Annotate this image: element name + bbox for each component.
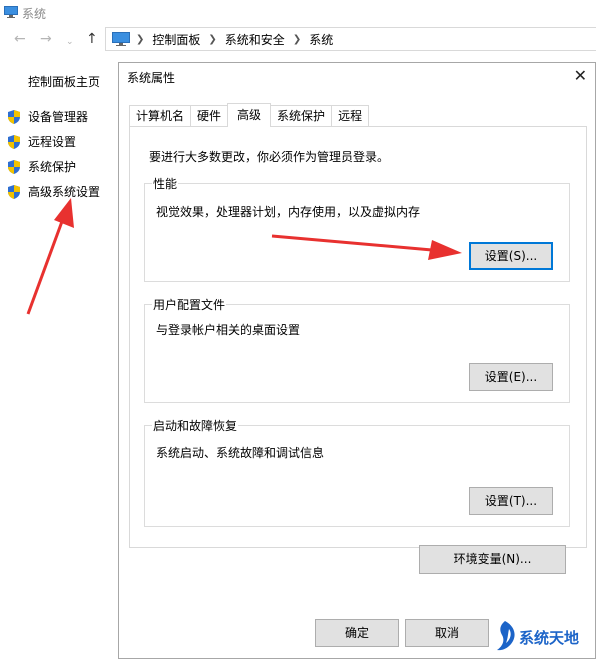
shield-icon [8,159,20,174]
shield-icon [8,184,20,199]
tab-strip: 计算机名 硬件 高级 系统保护 远程 [129,103,370,127]
sidebar-item-device-manager[interactable]: 设备管理器 [6,108,88,125]
watermark: 系统天地 [489,615,596,659]
startup-recovery-label: 启动和故障恢复 [152,417,239,434]
left-pane: 控制面板主页 设备管理器 远程设置 系统保护 高级系统设置 [0,54,118,659]
sidebar-item-label: 高级系统设置 [28,185,101,199]
tab-system-protection[interactable]: 系统保护 [270,105,333,127]
chevron-down-icon[interactable]: ⌄ [66,35,74,49]
sidebar-item-system-protection[interactable]: 系统保护 [6,158,76,175]
sidebar-item-label: 系统保护 [28,160,77,174]
sidebar-item-remote-settings[interactable]: 远程设置 [6,133,76,150]
address-bar[interactable]: ❯ 控制面板 ❯ 系统和安全 ❯ 系统 [105,27,596,51]
monitor-icon [4,6,18,18]
system-properties-dialog: 系统属性 ✕ 计算机名 硬件 高级 系统保护 远程 要进行大多数更改，你必须作为… [118,62,596,659]
user-profiles-group: 用户配置文件 与登录帐户相关的桌面设置 设置(E)... [144,296,570,403]
chevron-right-icon: ❯ [136,34,145,45]
performance-description: 视觉效果，处理器计划，内存使用，以及虚拟内存 [156,205,421,219]
advanced-tab-panel: 要进行大多数更改，你必须作为管理员登录。 性能 视觉效果，处理器计划，内存使用，… [129,126,587,548]
tab-hardware[interactable]: 硬件 [190,105,229,127]
tab-computer-name[interactable]: 计算机名 [129,105,192,127]
monitor-icon [112,32,130,46]
close-icon[interactable]: ✕ [574,66,587,85]
tab-remote[interactable]: 远程 [331,105,370,127]
user-profiles-settings-button[interactable]: 设置(E)... [469,363,553,391]
performance-group: 性能 视觉效果，处理器计划，内存使用，以及虚拟内存 设置(S)... [144,175,570,282]
ok-button[interactable]: 确定 [315,619,399,647]
breadcrumb-control-panel[interactable]: 控制面板 [152,31,200,48]
window-title: 系统 [22,7,47,21]
shield-icon [8,134,20,149]
arrow-left-icon[interactable]: ← [14,32,26,46]
arrow-right-icon[interactable]: → [40,32,52,46]
user-profiles-description: 与登录帐户相关的桌面设置 [156,323,301,337]
chevron-right-icon[interactable]: ❯ [293,34,301,45]
performance-label: 性能 [152,175,179,192]
startup-recovery-group: 启动和故障恢复 系统启动、系统故障和调试信息 设置(T)... [144,417,570,527]
admin-note: 要进行大多数更改，你必须作为管理员登录。 [149,150,390,164]
tab-advanced[interactable]: 高级 [227,103,272,127]
environment-variables-button[interactable]: 环境变量(N)... [419,545,566,574]
chevron-right-icon[interactable]: ❯ [208,34,216,45]
breadcrumb: ❯ 控制面板 ❯ 系统和安全 ❯ 系统 [136,31,333,48]
sidebar-item-label: 设备管理器 [28,110,89,124]
window-title-bar: 系统 [0,0,596,26]
control-panel-home-link[interactable]: 控制面板主页 [28,73,100,90]
watermark-logo-icon [497,621,515,651]
breadcrumb-system[interactable]: 系统 [309,31,333,48]
cancel-button[interactable]: 取消 [405,619,489,647]
watermark-text: 系统天地 [519,629,580,647]
performance-settings-button[interactable]: 设置(S)... [469,242,553,270]
shield-icon [8,109,20,124]
sidebar-item-label: 远程设置 [28,135,77,149]
user-profiles-label: 用户配置文件 [152,296,227,313]
startup-recovery-description: 系统启动、系统故障和调试信息 [156,446,325,460]
arrow-up-icon[interactable]: ↑ [86,32,98,46]
dialog-title: 系统属性 [127,71,176,85]
sidebar-item-advanced-system-settings[interactable]: 高级系统设置 [6,183,100,200]
startup-recovery-settings-button[interactable]: 设置(T)... [469,487,553,515]
breadcrumb-system-security[interactable]: 系统和安全 [225,31,285,48]
